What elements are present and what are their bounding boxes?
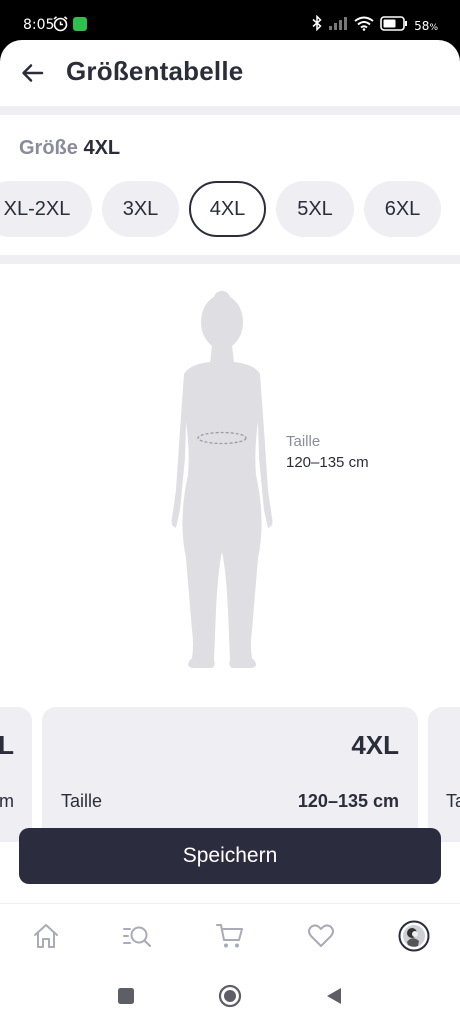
circle-icon [218, 984, 242, 1008]
body-silhouette [171, 291, 273, 668]
profile-avatar [398, 920, 430, 952]
size-value: 4XL [83, 137, 121, 159]
card-size: 4XL [351, 730, 399, 760]
system-navigation-bar [0, 968, 460, 1024]
wifi-icon [354, 16, 374, 36]
waist-label: Taille [286, 433, 321, 450]
measurement-card-4xl[interactable]: 4XL Taille 120–135 cm [42, 707, 418, 842]
recents-button[interactable] [114, 984, 138, 1008]
measurement-carousel[interactable]: L m 4XL Taille 120–135 cm Ta [0, 707, 460, 842]
square-icon [118, 988, 134, 1004]
app-notification-icon [73, 17, 87, 31]
card-label: Ta [446, 791, 460, 811]
tab-cart[interactable] [212, 918, 248, 954]
heart-icon [308, 924, 334, 947]
bottom-tab-bar [0, 903, 460, 969]
size-chip-xl-2xl[interactable]: XL-2XL [0, 181, 92, 237]
chips-divider [0, 255, 460, 264]
battery-percent: 58% [414, 18, 438, 33]
search-list-icon [123, 926, 152, 948]
home-nav-button[interactable] [218, 984, 242, 1008]
card-size: L [0, 730, 14, 760]
size-chip-row[interactable]: XL-2XL 3XL 4XL 5XL 6XL [0, 181, 460, 237]
save-button[interactable]: Speichern [19, 828, 441, 884]
header-divider [0, 106, 460, 115]
tab-profile[interactable] [396, 918, 432, 954]
status-icons: 58% [312, 14, 438, 36]
waist-value: 120–135 cm [286, 454, 369, 471]
size-chip-6xl[interactable]: 6XL [364, 181, 441, 237]
card-value: m [0, 791, 14, 811]
alarm-icon [52, 15, 69, 37]
app-screen: Größentabelle Größe 4XL XL-2XL 3XL 4XL 5… [0, 40, 460, 985]
card-label: Taille [61, 791, 103, 811]
home-icon [34, 924, 58, 948]
size-chip-4xl[interactable]: 4XL [189, 181, 266, 237]
back-nav-button[interactable] [322, 984, 346, 1008]
battery-value: 58 [414, 18, 430, 33]
status-time: 8:05 [23, 17, 55, 33]
bluetooth-icon [312, 14, 322, 36]
measurement-card-next[interactable]: Ta [428, 707, 460, 842]
triangle-back-icon [327, 988, 341, 1004]
selected-size-label: Größe 4XL [19, 137, 120, 160]
tab-catalog-search[interactable] [119, 918, 155, 954]
back-button[interactable] [18, 58, 48, 88]
page-title: Größentabelle [66, 56, 244, 86]
cart-icon [216, 924, 243, 948]
tab-home[interactable] [28, 918, 64, 954]
measurement-card-prev[interactable]: L m [0, 707, 32, 842]
size-caption: Größe [19, 137, 78, 159]
signal-icon [328, 16, 348, 35]
header: Größentabelle [0, 40, 460, 106]
battery-icon [380, 15, 408, 36]
size-chip-3xl[interactable]: 3XL [102, 181, 179, 237]
arrow-left-icon [22, 64, 44, 82]
tab-favorites[interactable] [303, 918, 339, 954]
size-chip-5xl[interactable]: 5XL [276, 181, 354, 237]
card-value: 120–135 cm [297, 791, 399, 811]
